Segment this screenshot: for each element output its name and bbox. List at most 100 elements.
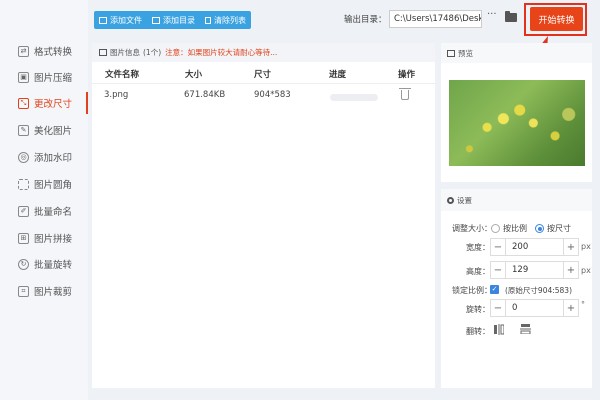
- preview-title: 预览: [458, 48, 473, 58]
- file-list-panel: 图片信息 (1个) 注意：如果图片较大请耐心等待... 文件名称 大小 尺寸 进…: [92, 43, 435, 388]
- file-dimensions: 904*583: [254, 90, 291, 100]
- sidebar-item-stitch[interactable]: ⊞ 图片拼接: [0, 225, 88, 251]
- rotate-stepper[interactable]: − 0 +: [490, 299, 579, 317]
- file-size: 671.84KB: [184, 90, 226, 100]
- clear-list-label: 清除列表: [214, 15, 246, 25]
- add-folder-label: 添加目录: [163, 15, 195, 25]
- add-folder-button[interactable]: 添加目录: [147, 11, 200, 29]
- more-options-button[interactable]: ···: [487, 9, 497, 20]
- height-label: 高度：: [466, 267, 490, 276]
- delete-icon[interactable]: [399, 88, 411, 100]
- sidebar-item-label: 更改尺寸: [34, 99, 73, 110]
- sidebar-item-label: 美化图片: [34, 126, 73, 137]
- sidebar-item-compress[interactable]: ▣ 图片压缩: [0, 64, 88, 90]
- open-folder-icon[interactable]: [505, 11, 517, 22]
- sidebar-item-rename[interactable]: ✐ 批量命名: [0, 198, 88, 224]
- stitch-icon: ⊞: [18, 232, 29, 244]
- trash-icon: [205, 16, 211, 24]
- sidebar-item-label: 图片裁剪: [34, 287, 73, 298]
- settings-header: 设置: [441, 189, 592, 211]
- by-size-radio[interactable]: [535, 224, 544, 233]
- col-filename: 文件名称: [105, 70, 140, 80]
- lock-ratio-label: 锁定比例：: [452, 286, 492, 295]
- round-corner-icon: [18, 178, 29, 190]
- preview-header: 预览: [441, 43, 592, 63]
- col-dimensions: 尺寸: [254, 70, 272, 80]
- rotate-input[interactable]: 0: [505, 300, 564, 316]
- compress-icon: ▣: [18, 71, 29, 83]
- gear-icon: [447, 196, 454, 204]
- flip-horizontal-icon[interactable]: [494, 324, 504, 335]
- lock-ratio-checkbox[interactable]: ✓: [490, 285, 499, 294]
- sidebar-item-beautify[interactable]: ✎ 美化图片: [0, 117, 88, 143]
- rename-icon: ✐: [18, 205, 29, 217]
- width-stepper[interactable]: − 200 +: [490, 238, 579, 256]
- col-progress: 进度: [329, 70, 347, 80]
- sidebar-item-rotate[interactable]: ↻ 批量旋转: [0, 251, 88, 277]
- rotate-increment-button[interactable]: +: [564, 303, 578, 314]
- flip-vertical-icon[interactable]: [520, 324, 531, 334]
- by-size-label[interactable]: 按尺寸: [547, 223, 571, 234]
- width-input[interactable]: 200: [505, 239, 564, 255]
- by-ratio-radio[interactable]: [491, 224, 500, 233]
- width-unit: px: [581, 242, 591, 251]
- sidebar-item-label: 图片圆角: [34, 180, 73, 191]
- output-dir-label: 输出目录：: [344, 15, 387, 25]
- original-size-text: (原始尺寸904:583): [505, 286, 573, 295]
- file-info-header: 图片信息 (1个) 注意：如果图片较大请耐心等待...: [92, 43, 435, 62]
- highlight-box: [524, 3, 587, 36]
- folder-icon: [152, 16, 160, 24]
- by-ratio-label[interactable]: 按比例: [503, 223, 527, 234]
- height-unit: px: [581, 266, 591, 275]
- beautify-icon: ✎: [18, 124, 29, 136]
- sidebar-item-round-corner[interactable]: 图片圆角: [0, 171, 88, 197]
- file-info-title: 图片信息: [110, 48, 140, 57]
- crop-icon: ⌗: [18, 285, 29, 297]
- table-row[interactable]: 3.png 671.84KB 904*583: [92, 84, 435, 110]
- flip-label: 翻转：: [466, 327, 490, 336]
- sidebar-item-resize[interactable]: ⤡ 更改尺寸: [0, 90, 88, 116]
- image-icon: [99, 49, 107, 56]
- add-file-icon: [99, 16, 107, 24]
- sidebar-item-label: 批量旋转: [34, 260, 73, 271]
- col-actions: 操作: [398, 70, 416, 80]
- height-stepper[interactable]: − 129 +: [490, 261, 579, 279]
- sidebar: ⇄ 格式转换 ▣ 图片压缩 ⤡ 更改尺寸 ✎ 美化图片 ◎ 添加水印 图片圆角 …: [0, 0, 88, 400]
- rotate-decrement-button[interactable]: −: [491, 303, 505, 314]
- file-name: 3.png: [104, 90, 129, 100]
- rotate-icon: ↻: [18, 258, 29, 270]
- file-count: (1个): [143, 48, 162, 57]
- sidebar-item-format-convert[interactable]: ⇄ 格式转换: [0, 38, 88, 64]
- rotate-unit: °: [581, 300, 585, 309]
- height-decrement-button[interactable]: −: [491, 265, 505, 276]
- resize-label: 调整大小：: [452, 224, 492, 233]
- preview-panel: 预览: [441, 43, 592, 182]
- sidebar-item-label: 添加水印: [34, 153, 73, 164]
- width-label: 宽度：: [466, 243, 490, 252]
- sidebar-item-crop[interactable]: ⌗ 图片裁剪: [0, 278, 88, 304]
- height-increment-button[interactable]: +: [564, 265, 578, 276]
- file-toolbar: 添加文件 添加目录 清除列表: [94, 11, 251, 29]
- image-icon: [447, 49, 455, 57]
- sidebar-item-label: 批量命名: [34, 207, 73, 218]
- sidebar-item-label: 图片压缩: [34, 73, 73, 84]
- notice-text: 注意：如果图片较大请耐心等待...: [165, 48, 278, 57]
- sidebar-item-watermark[interactable]: ◎ 添加水印: [0, 144, 88, 170]
- sidebar-item-label: 格式转换: [34, 47, 73, 58]
- add-file-button[interactable]: 添加文件: [94, 11, 147, 29]
- sidebar-item-label: 图片拼接: [34, 234, 73, 245]
- col-size: 大小: [185, 70, 203, 80]
- rotate-label: 旋转：: [466, 305, 490, 314]
- settings-title: 设置: [457, 195, 472, 205]
- add-file-label: 添加文件: [110, 15, 142, 25]
- progress-bar: [330, 94, 378, 101]
- output-path-field[interactable]: C:\Users\17486\Deskto: [389, 10, 482, 28]
- width-increment-button[interactable]: +: [564, 242, 578, 253]
- width-decrement-button[interactable]: −: [491, 242, 505, 253]
- height-input[interactable]: 129: [505, 262, 564, 278]
- table-header: 文件名称 大小 尺寸 进度 操作: [92, 62, 435, 84]
- clear-list-button[interactable]: 清除列表: [200, 11, 251, 29]
- resize-icon: ⤡: [18, 97, 29, 109]
- watermark-icon: ◎: [18, 151, 29, 163]
- format-convert-icon: ⇄: [18, 45, 29, 57]
